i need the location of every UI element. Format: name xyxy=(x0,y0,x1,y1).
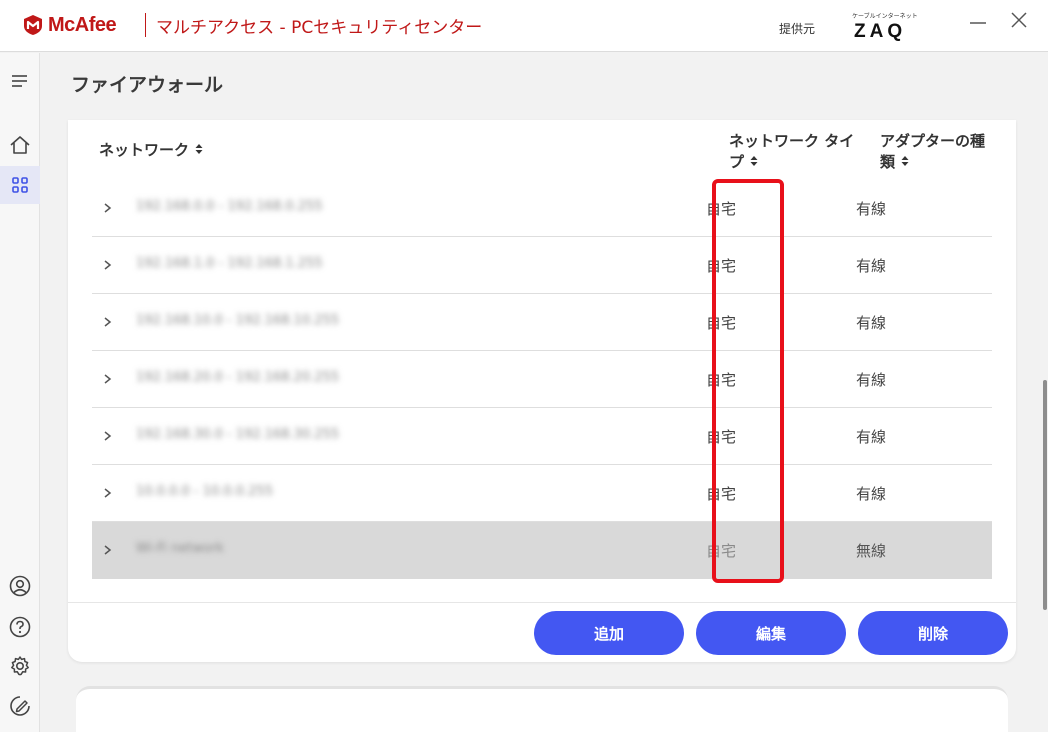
sidebar-item-account[interactable] xyxy=(0,567,40,605)
mcafee-shield-icon xyxy=(24,15,42,35)
adapter-type-cell: 有線 xyxy=(856,200,887,218)
settings-icon xyxy=(11,656,29,676)
menu-icon xyxy=(12,75,27,87)
chevron-right-icon[interactable] xyxy=(100,199,116,217)
network-name: 192.168.30.0 - 192.168.30.255 xyxy=(136,427,340,442)
close-button[interactable] xyxy=(1003,6,1035,34)
chevron-right-icon[interactable] xyxy=(100,256,116,274)
sort-icon xyxy=(901,152,909,173)
zaq-logo: ケーブルインターネット ZAQ xyxy=(850,11,918,43)
chevron-right-icon[interactable] xyxy=(100,427,116,445)
adapter-type-cell: 有線 xyxy=(856,428,887,446)
minimize-icon xyxy=(970,22,986,24)
table-row[interactable]: 10.0.0.0 - 10.0.0.255 自宅 有線 xyxy=(92,465,992,522)
close-icon xyxy=(1011,12,1027,28)
network-name: 192.168.10.0 - 192.168.10.255 xyxy=(136,313,340,328)
table-row[interactable]: 192.168.10.0 - 192.168.10.255 自宅 有線 xyxy=(92,294,992,351)
sidebar-item-apps[interactable] xyxy=(0,166,40,204)
network-name: 10.0.0.0 - 10.0.0.255 xyxy=(136,484,274,499)
adapter-type-cell: 有線 xyxy=(856,257,887,275)
sort-icon xyxy=(195,140,203,161)
adapter-type-cell: 有線 xyxy=(856,314,887,332)
column-header-network[interactable]: ネットワーク xyxy=(99,140,203,161)
sidebar-item-settings[interactable] xyxy=(0,647,40,685)
table-row[interactable]: 192.168.0.0 - 192.168.0.255 自宅 有線 xyxy=(92,180,992,237)
chevron-right-icon[interactable] xyxy=(100,370,116,388)
sidebar-item-feedback[interactable] xyxy=(0,687,40,725)
divider xyxy=(68,602,1016,603)
network-table-body: 192.168.0.0 - 192.168.0.255 自宅 有線 192.16… xyxy=(92,180,992,579)
network-name: 192.168.1.0 - 192.168.1.255 xyxy=(136,256,323,271)
column-header-network-type[interactable]: ネットワーク タイプ xyxy=(729,131,869,173)
sidebar xyxy=(0,53,40,732)
chevron-right-icon[interactable] xyxy=(100,484,116,502)
sidebar-item-help[interactable] xyxy=(0,608,40,646)
column-header-network-label: ネットワーク xyxy=(99,141,190,159)
network-name: Wi-Fi network xyxy=(136,541,224,556)
next-section-card xyxy=(76,686,1008,732)
page-title: ファイアウォール xyxy=(71,74,224,96)
table-row-selected[interactable]: Wi-Fi network 自宅 無線 xyxy=(92,522,992,579)
apps-grid-icon xyxy=(12,177,28,193)
edit-button[interactable]: 編集 xyxy=(696,611,846,655)
zaq-wordmark: ZAQ xyxy=(854,21,907,42)
zaq-tagline: ケーブルインターネット xyxy=(852,13,918,20)
adapter-type-cell: 有線 xyxy=(856,371,887,389)
column-header-network-type-label: ネットワーク タイプ xyxy=(729,132,855,171)
adapter-type-cell: 無線 xyxy=(856,542,887,560)
table-row[interactable]: 192.168.30.0 - 192.168.30.255 自宅 有線 xyxy=(92,408,992,465)
menu-button[interactable] xyxy=(0,62,40,100)
adapter-type-cell: 有線 xyxy=(856,485,887,503)
title-bar: McAfee マルチアクセス - PCセキュリティセンター 提供元 ケーブルイン… xyxy=(0,0,1048,52)
network-name: 192.168.20.0 - 192.168.20.255 xyxy=(136,370,340,385)
help-icon xyxy=(9,616,31,638)
column-header-adapter-type[interactable]: アダプターの種類 xyxy=(880,131,990,173)
add-button[interactable]: 追加 xyxy=(534,611,684,655)
scrollbar-thumb[interactable] xyxy=(1043,380,1047,610)
brand-name: McAfee xyxy=(48,13,117,36)
annotation-highlight-box xyxy=(712,179,784,583)
chevron-right-icon[interactable] xyxy=(100,541,116,559)
delete-button[interactable]: 削除 xyxy=(858,611,1008,655)
table-row[interactable]: 192.168.20.0 - 192.168.20.255 自宅 有線 xyxy=(92,351,992,408)
title-separator xyxy=(145,13,146,37)
network-name: 192.168.0.0 - 192.168.0.255 xyxy=(136,199,323,214)
column-header-adapter-type-label: アダプターの種類 xyxy=(880,132,986,171)
sidebar-item-home[interactable] xyxy=(0,126,40,164)
minimize-button[interactable] xyxy=(962,6,994,34)
provided-by-label: 提供元 xyxy=(779,22,816,36)
app-title: マルチアクセス - PCセキュリティセンター xyxy=(156,18,483,38)
feedback-icon xyxy=(10,696,30,716)
home-icon xyxy=(10,136,30,154)
chevron-right-icon[interactable] xyxy=(100,313,116,331)
table-row[interactable]: 192.168.1.0 - 192.168.1.255 自宅 有線 xyxy=(92,237,992,294)
firewall-network-card: ネットワーク ネットワーク タイプ アダプターの種類 192.168.0.0 -… xyxy=(68,120,1016,662)
sort-icon xyxy=(750,152,758,173)
account-icon xyxy=(9,575,31,597)
mcafee-logo: McAfee xyxy=(22,12,117,38)
